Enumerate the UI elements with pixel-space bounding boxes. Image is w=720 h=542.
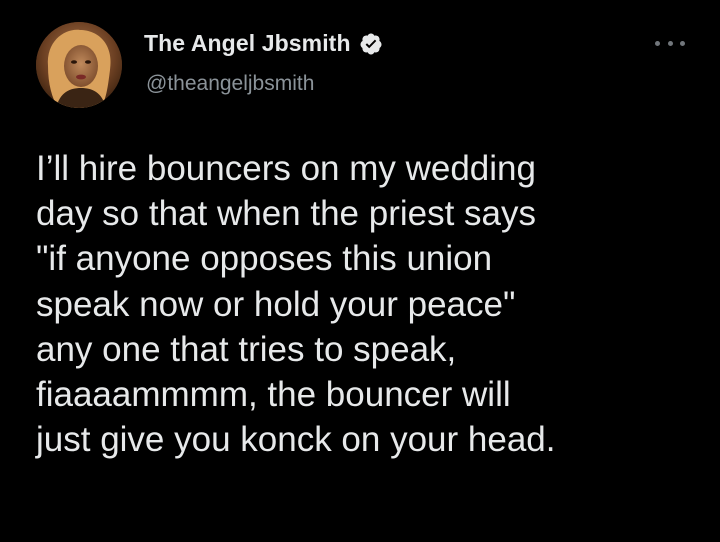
more-horizontal-icon[interactable] (655, 36, 685, 50)
dot-icon (655, 40, 660, 46)
tweet-text: I’ll hire bouncers on my wedding day so … (36, 146, 706, 462)
tweet-text-line: I’ll hire bouncers on my wedding (36, 149, 536, 188)
tweet-card: The Angel Jbsmith @theangeljbsmith I’ll … (0, 0, 720, 542)
tweet-text-line: just give you konck on your head. (36, 420, 556, 460)
author-handle[interactable]: @theangeljbsmith (146, 72, 314, 96)
dot-icon (680, 40, 685, 46)
tweet-text-line: speak now or hold your peace" (36, 284, 516, 324)
author-name-row: The Angel Jbsmith (144, 30, 383, 57)
tweet-text-line: day so that when the priest says (36, 194, 536, 234)
verified-badge-icon (359, 32, 383, 56)
tweet-text-line: "if anyone opposes this union (36, 239, 493, 279)
avatar[interactable] (36, 22, 122, 108)
tweet-text-line: fiaaaammmm, the bouncer will (36, 375, 511, 415)
tweet-text-line: any one that tries to speak, (36, 329, 457, 369)
dot-icon (667, 40, 673, 46)
profile-photo-icon (36, 22, 122, 108)
author-display-name[interactable]: The Angel Jbsmith (144, 30, 351, 57)
